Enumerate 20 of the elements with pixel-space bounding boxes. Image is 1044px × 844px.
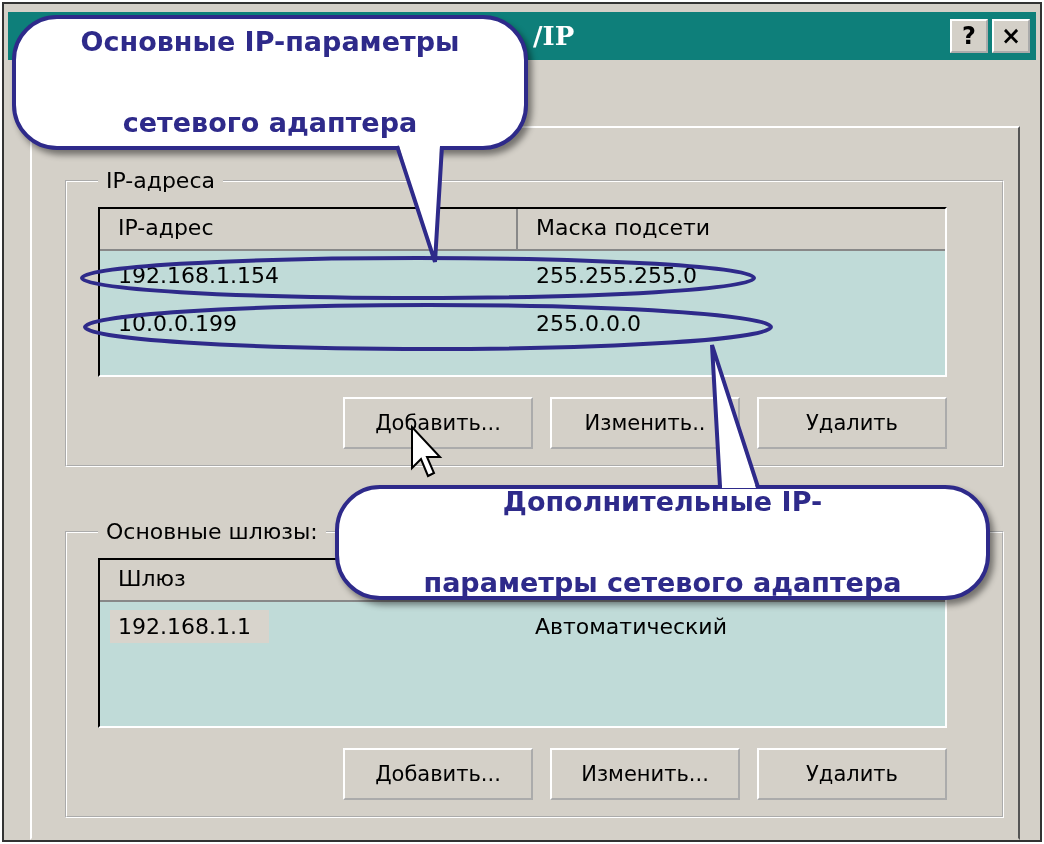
table-cell-text: 192.168.1.154 — [117, 261, 280, 290]
window-title: /IP — [533, 21, 576, 51]
table-cell-text: 255.255.255.0 — [535, 261, 698, 290]
column-header[interactable]: Маска подсети — [518, 209, 729, 249]
add-button[interactable]: Добавить... — [343, 748, 533, 800]
group-label: IP-адреса — [105, 168, 216, 193]
add-button[interactable]: Добавить... — [343, 397, 533, 449]
list-view[interactable]: IP-адрес Маска подсети 192.168.1.154 255.255.255.0 10.0.0.199 255.0.0.0 — [98, 207, 947, 377]
close-button[interactable]: × — [992, 19, 1030, 53]
help-button[interactable]: ? — [950, 19, 988, 53]
delete-button[interactable]: Удалить — [757, 748, 947, 800]
callout-tooltip: Дополнительные IP- параметры сетевого адаптера — [335, 485, 990, 600]
table-cell-text: 10.0.0.199 — [117, 309, 238, 338]
delete-button[interactable]: Удалить — [757, 397, 947, 449]
callout-tooltip: Основные IP-параметры сетевого адаптера — [12, 15, 528, 150]
table-cell-text: Автоматический — [533, 612, 728, 641]
table-cell: 192.168.1.1 — [110, 609, 269, 643]
group-label: Основные шлюзы: — [105, 519, 319, 544]
edit-button[interactable]: Изменить... — [550, 748, 740, 800]
table-cell-text: 255.0.0.0 — [535, 309, 642, 338]
